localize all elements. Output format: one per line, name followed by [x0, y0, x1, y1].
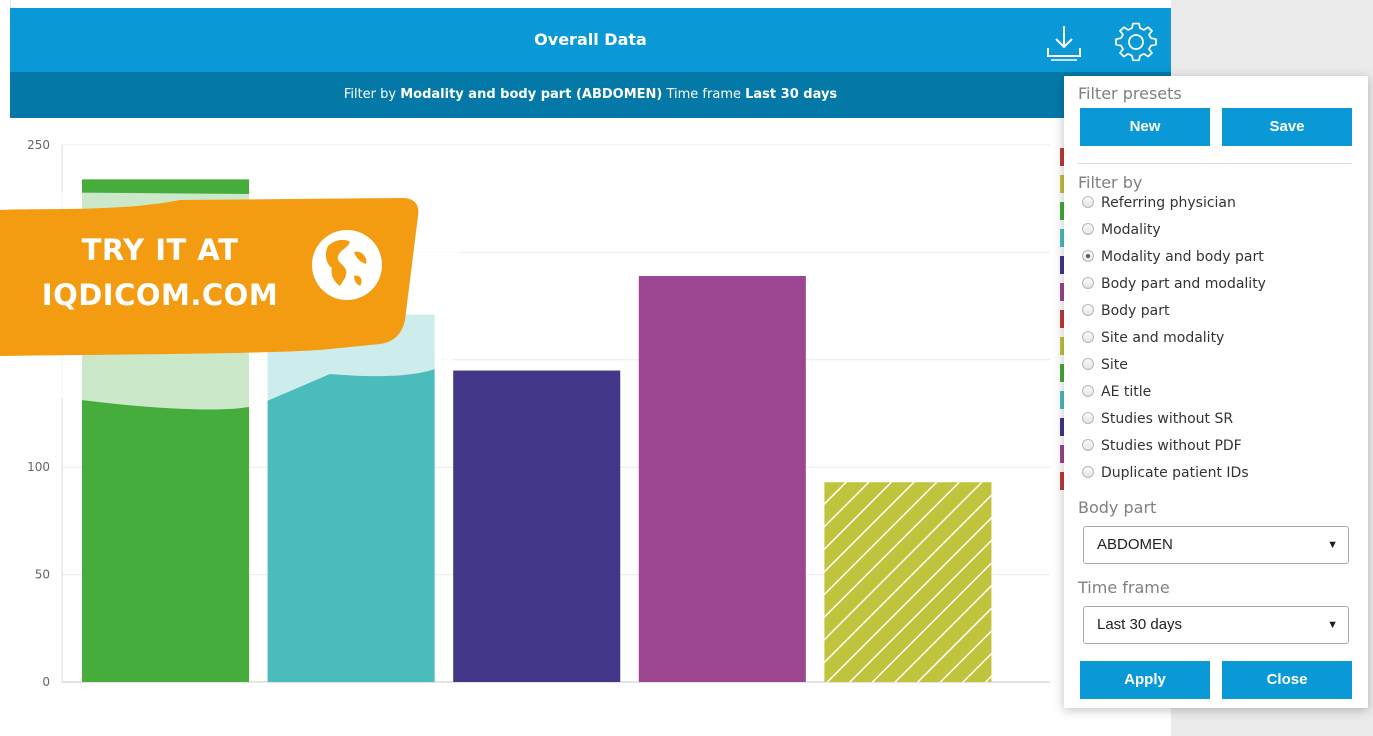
filter-option-label: Body part and modality — [1101, 276, 1266, 292]
time-frame-value: Last 30 days — [1097, 616, 1183, 633]
chart-header: Overall Data — [10, 8, 1171, 72]
y-tick-label: 50 — [35, 568, 50, 582]
filter-panel: Filter presets New Save Filter by Referr… — [1064, 76, 1368, 708]
y-tick-label: 0 — [42, 675, 50, 689]
filter-prefix: Filter by — [343, 87, 397, 102]
timeframe-prefix: Time frame — [666, 87, 741, 102]
filter-option-label: Studies without SR — [1101, 411, 1234, 427]
radio-button[interactable] — [1082, 304, 1094, 316]
radio-button[interactable] — [1082, 250, 1094, 262]
promo-text: TRY IT AT IQDICOM.COM — [0, 228, 320, 318]
radio-button[interactable] — [1082, 277, 1094, 289]
bar-5[interactable] — [824, 482, 992, 682]
divider — [1078, 163, 1352, 164]
filter-option-label: Site and modality — [1101, 330, 1225, 346]
filter-option-label: Modality and body part — [1101, 249, 1264, 265]
dropdown-arrow-icon: ▼ — [1327, 619, 1338, 631]
body-part-select[interactable]: ABDOMEN ▼ — [1083, 526, 1349, 564]
filter-summary: Filter by Modality and body part (ABDOME… — [10, 72, 1171, 118]
body-part-label: Body part — [1078, 498, 1157, 517]
download-icon[interactable] — [1042, 20, 1086, 64]
dropdown-arrow-icon: ▼ — [1327, 539, 1338, 551]
promo-line-2: IQDICOM.COM — [41, 278, 279, 312]
filter-option-label: Referring physician — [1101, 195, 1236, 211]
filter-option-label: Body part — [1101, 303, 1170, 319]
presets-label: Filter presets — [1078, 84, 1182, 103]
radio-button[interactable] — [1082, 223, 1094, 235]
filter-value: Modality and body part (ABDOMEN) — [400, 87, 663, 102]
filter-option-label: Modality — [1101, 222, 1161, 238]
radio-button[interactable] — [1082, 439, 1094, 451]
globe-icon — [310, 228, 384, 302]
y-tick-label: 100 — [27, 460, 50, 474]
radio-button[interactable] — [1082, 358, 1094, 370]
time-frame-select[interactable]: Last 30 days ▼ — [1083, 606, 1349, 644]
new-preset-button[interactable]: New — [1080, 108, 1210, 146]
radio-button[interactable] — [1082, 331, 1094, 343]
gear-icon[interactable] — [1114, 20, 1158, 64]
radio-button[interactable] — [1082, 385, 1094, 397]
promo-line-1: TRY IT AT — [81, 233, 239, 267]
body-part-value: ABDOMEN — [1097, 536, 1173, 553]
bar-4[interactable] — [638, 276, 806, 682]
close-button[interactable]: Close — [1222, 661, 1352, 699]
radio-button[interactable] — [1082, 196, 1094, 208]
y-tick-label: 250 — [27, 138, 50, 152]
save-preset-button[interactable]: Save — [1222, 108, 1352, 146]
timeframe-value: Last 30 days — [745, 87, 838, 102]
bar-3[interactable] — [453, 370, 621, 682]
time-frame-label: Time frame — [1078, 578, 1170, 597]
filter-option-label: Duplicate patient IDs — [1101, 465, 1249, 481]
apply-button[interactable]: Apply — [1080, 661, 1210, 699]
radio-button[interactable] — [1082, 412, 1094, 424]
filter-option-label: Studies without PDF — [1101, 438, 1242, 454]
filter-option-label: Site — [1101, 357, 1128, 373]
filter-by-label: Filter by — [1078, 173, 1143, 192]
filter-option-label: AE title — [1101, 384, 1152, 400]
chart-title: Overall Data — [534, 30, 647, 49]
radio-button[interactable] — [1082, 466, 1094, 478]
